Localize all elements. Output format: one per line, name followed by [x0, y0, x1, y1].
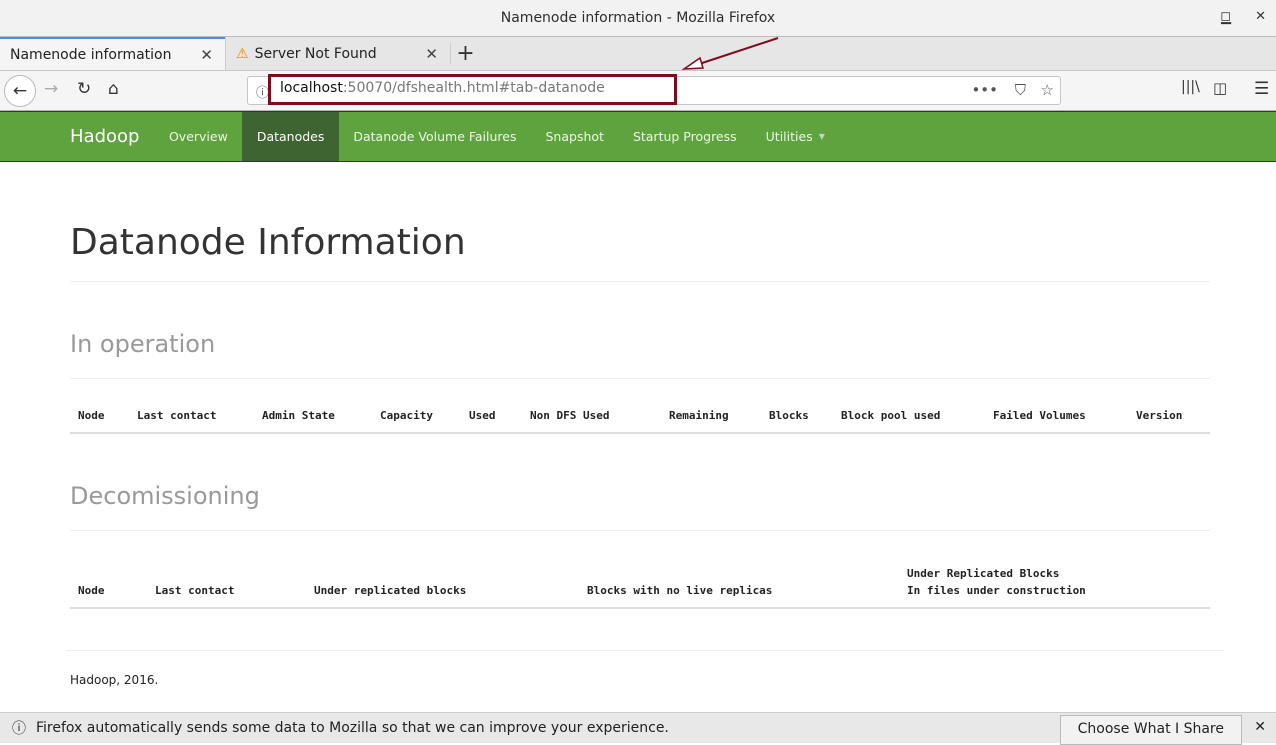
col-block-pool-used[interactable]: Block pool used — [833, 399, 985, 434]
in-operation-table: Node Last contact Admin State Capacity U… — [70, 399, 1210, 434]
col-capacity[interactable]: Capacity — [372, 399, 461, 434]
col-last-contact: Last contact — [147, 557, 306, 609]
col-used[interactable]: Used — [461, 399, 522, 434]
close-notification-icon[interactable]: ✕ — [1254, 719, 1266, 735]
caret-down-icon: ▼ — [818, 132, 825, 141]
header-line-1: Under Replicated Blocks — [907, 567, 1060, 580]
col-remaining[interactable]: Remaining — [661, 399, 761, 434]
main-content: Datanode Information In operation Node L… — [0, 222, 1276, 609]
col-under-replicated: Under replicated blocks — [306, 557, 579, 609]
footer-text: Hadoop, 2016. — [70, 673, 159, 687]
col-non-dfs-used[interactable]: Non DFS Used — [522, 399, 661, 434]
in-operation-heading: In operation — [70, 330, 1210, 379]
footer: Hadoop, 2016. — [66, 650, 1224, 709]
nav-utilities-label: Utilities — [765, 129, 813, 144]
decommissioning-heading: Decomissioning — [70, 482, 1210, 531]
notification-bar: ⓘ Firefox automatically sends some data … — [0, 712, 1276, 745]
annotation-arrow — [681, 37, 779, 70]
col-last-contact[interactable]: Last contact — [129, 399, 254, 434]
col-admin-state[interactable]: Admin State — [254, 399, 372, 434]
header-line-2: In files under construction — [907, 584, 1086, 597]
col-under-construction: Under Replicated Blocks In files under co… — [899, 557, 1210, 609]
col-version[interactable]: Version — [1128, 399, 1210, 434]
page-title: Datanode Information — [70, 222, 1210, 282]
col-blocks[interactable]: Blocks — [761, 399, 833, 434]
col-node[interactable]: Node — [70, 399, 129, 434]
decommissioning-table: Node Last contact Under replicated block… — [70, 557, 1210, 609]
col-node: Node — [70, 557, 147, 609]
col-no-live-replicas: Blocks with no live replicas — [579, 557, 899, 609]
notification-text: Firefox automatically sends some data to… — [36, 720, 669, 736]
help-icon: ⓘ — [12, 721, 26, 737]
choose-what-i-share-button[interactable]: Choose What I Share — [1059, 715, 1242, 745]
col-failed-volumes[interactable]: Failed Volumes — [985, 399, 1128, 434]
